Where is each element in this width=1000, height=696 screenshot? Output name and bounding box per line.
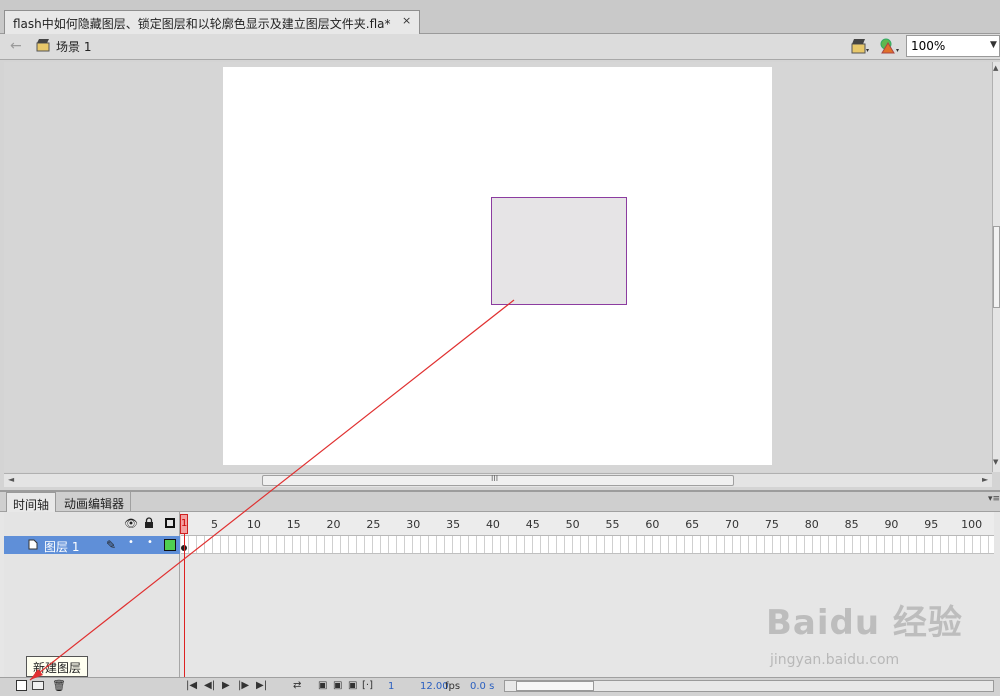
play-button[interactable]: ▶ xyxy=(222,680,230,691)
ruler-number: 5 xyxy=(211,518,218,531)
onion-skin-icon[interactable]: ▣ xyxy=(318,680,327,691)
layer-name[interactable]: 图层 1 xyxy=(44,538,79,555)
ruler-number: 95 xyxy=(924,518,939,531)
edit-scene-icon[interactable] xyxy=(850,37,870,55)
ruler-number: 55 xyxy=(605,518,620,531)
ruler-number: 50 xyxy=(565,518,580,531)
frame-ruler[interactable] xyxy=(181,512,994,536)
modify-onion-markers-icon[interactable]: [·] xyxy=(362,680,373,691)
onion-skin-outlines-icon[interactable]: ▣ xyxy=(333,680,342,691)
ruler-number: 60 xyxy=(645,518,660,531)
ruler-number: 40 xyxy=(485,518,500,531)
zoom-dropdown-icon[interactable]: ▼ xyxy=(990,40,997,50)
ruler-number: 70 xyxy=(725,518,740,531)
first-frame-button[interactable]: |◀ xyxy=(186,680,197,691)
zoom-input[interactable] xyxy=(906,35,1000,57)
ruler-number: 10 xyxy=(246,518,261,531)
loop-icon[interactable]: ⇄ xyxy=(293,680,301,691)
panel-tab-bar xyxy=(0,490,1000,512)
current-frame-readout[interactable]: 1 xyxy=(388,681,394,692)
lock-layers-icon[interactable] xyxy=(144,517,154,528)
fps-unit-label: fps xyxy=(445,681,461,692)
new-layer-icon[interactable] xyxy=(16,680,27,691)
scroll-left-icon[interactable]: ◄ xyxy=(8,475,14,484)
playhead-frame-number: 1 xyxy=(181,518,188,529)
panel-menu-icon[interactable]: ▾≡ xyxy=(988,494,1000,504)
scroll-right-icon[interactable]: ► xyxy=(982,475,988,484)
ruler-number: 15 xyxy=(286,518,301,531)
scroll-down-icon[interactable]: ▼ xyxy=(993,458,998,466)
ruler-number: 100 xyxy=(961,518,983,531)
ruler-number: 45 xyxy=(525,518,540,531)
back-arrow-icon[interactable]: ← xyxy=(10,38,22,54)
rectangle-shape[interactable] xyxy=(491,197,627,305)
ruler-number: 35 xyxy=(446,518,461,531)
timeline-scroll-thumb[interactable] xyxy=(516,681,594,691)
tab-motion-editor[interactable]: 动画编辑器 xyxy=(58,492,132,512)
layer-page-icon xyxy=(28,539,38,550)
ruler-number: 30 xyxy=(406,518,421,531)
ruler-number: 20 xyxy=(326,518,341,531)
show-hide-layers-eye-icon[interactable]: 👁 xyxy=(124,517,138,530)
scroll-grip-icon: III xyxy=(491,474,499,483)
close-tab-icon[interactable]: × xyxy=(402,14,411,27)
baidu-watermark: Baidu 经验 xyxy=(766,603,963,643)
last-frame-button[interactable]: ▶| xyxy=(256,680,267,691)
layer-lock-dot[interactable]: • xyxy=(147,537,153,548)
outline-layers-icon[interactable] xyxy=(165,518,175,528)
vertical-scroll-thumb[interactable] xyxy=(993,226,1000,308)
scene-label[interactable]: 场景 1 xyxy=(56,38,91,55)
edit-symbols-icon[interactable] xyxy=(878,37,900,55)
ruler-number: 85 xyxy=(844,518,859,531)
ruler-number: 80 xyxy=(804,518,819,531)
playhead-line xyxy=(184,534,185,677)
tooltip: 新建图层 xyxy=(26,656,89,677)
ruler-number: 75 xyxy=(764,518,779,531)
document-tab[interactable]: flash中如何隐藏图层、锁定图层和以轮廓色显示及建立图层文件夹.fla* xyxy=(4,10,420,34)
new-folder-icon[interactable] xyxy=(32,681,44,690)
pencil-icon: ✎ xyxy=(106,538,117,552)
elapsed-time-readout[interactable]: 0.0 s xyxy=(470,681,494,692)
edit-multiple-frames-icon[interactable]: ▣ xyxy=(348,680,357,691)
ruler-number: 65 xyxy=(685,518,700,531)
step-back-button[interactable]: ◀| xyxy=(204,680,215,691)
layer-visibility-dot[interactable]: • xyxy=(128,537,134,548)
layer-outline-color[interactable] xyxy=(164,539,176,551)
ruler-number: 25 xyxy=(366,518,381,531)
delete-layer-icon[interactable]: 🗑 xyxy=(52,679,66,692)
step-forward-button[interactable]: |▶ xyxy=(238,680,249,691)
frame-cells[interactable] xyxy=(181,536,994,554)
clapperboard-icon xyxy=(36,39,50,52)
tab-timeline[interactable]: 时间轴 xyxy=(6,492,57,512)
scroll-up-icon[interactable]: ▲ xyxy=(993,64,998,72)
watermark-url: jingyan.baidu.com xyxy=(770,652,900,668)
ruler-number: 90 xyxy=(884,518,899,531)
